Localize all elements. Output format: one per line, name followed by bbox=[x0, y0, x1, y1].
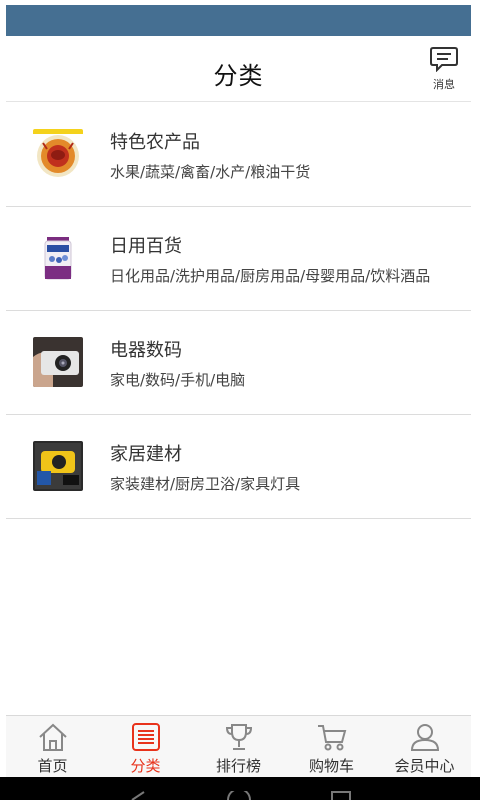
status-bar bbox=[6, 5, 471, 36]
category-item-home-building[interactable]: 家居建材 家装建材/厨房卫浴/家具灯具 bbox=[6, 415, 471, 519]
tab-label: 分类 bbox=[130, 757, 161, 775]
milk-powder-thumbnail bbox=[33, 233, 83, 283]
tab-label: 会员中心 bbox=[394, 757, 455, 775]
back-icon[interactable] bbox=[128, 791, 148, 800]
tab-cart[interactable]: 购物车 bbox=[285, 716, 378, 777]
category-title: 特色农产品 bbox=[110, 132, 200, 153]
action-camera-thumbnail bbox=[33, 337, 83, 387]
tab-label: 首页 bbox=[37, 757, 68, 775]
category-title: 电器数码 bbox=[110, 340, 182, 361]
page-title: 分类 bbox=[213, 62, 264, 90]
cart-icon bbox=[317, 725, 346, 751]
system-nav-bar bbox=[0, 777, 480, 800]
bottom-tab-bar: 首页 分类 排行榜 购物车 会员中心 bbox=[6, 715, 471, 777]
tab-category[interactable]: 分类 bbox=[99, 716, 192, 777]
home-icon bbox=[38, 723, 67, 751]
category-subtitle: 家电/数码/手机/电脑 bbox=[110, 371, 246, 389]
category-subtitle: 日化用品/洗护用品/厨房用品/母婴用品/饮料酒品 bbox=[110, 267, 431, 285]
category-subtitle: 水果/蔬菜/禽畜/水产/粮油干货 bbox=[110, 163, 311, 181]
category-item-electronics[interactable]: 电器数码 家电/数码/手机/电脑 bbox=[6, 311, 471, 415]
tab-member[interactable]: 会员中心 bbox=[378, 716, 471, 777]
messages-label: 消息 bbox=[433, 78, 455, 91]
category-subtitle: 家装建材/厨房卫浴/家具灯具 bbox=[110, 475, 301, 493]
category-list: 特色农产品 水果/蔬菜/禽畜/水产/粮油干货 日用百货 日化用品/洗护用品/厨房… bbox=[6, 103, 471, 519]
recent-apps-icon[interactable] bbox=[330, 791, 352, 800]
messages-button[interactable]: 消息 bbox=[427, 46, 461, 96]
tab-label: 排行榜 bbox=[215, 757, 261, 775]
category-title: 日用百货 bbox=[110, 236, 182, 257]
category-title: 家居建材 bbox=[110, 444, 182, 465]
message-icon bbox=[430, 47, 458, 72]
home-circle-icon[interactable] bbox=[226, 791, 252, 800]
tab-label: 购物车 bbox=[308, 757, 354, 775]
tab-home[interactable]: 首页 bbox=[6, 716, 99, 777]
power-tool-thumbnail bbox=[33, 441, 83, 491]
trophy-icon bbox=[225, 724, 252, 750]
tab-ranking[interactable]: 排行榜 bbox=[192, 716, 285, 777]
user-icon bbox=[410, 724, 439, 751]
category-item-agricultural[interactable]: 特色农产品 水果/蔬菜/禽畜/水产/粮油干货 bbox=[6, 103, 471, 207]
crab-dish-thumbnail bbox=[33, 129, 83, 179]
list-icon bbox=[131, 723, 160, 751]
header: 分类 消息 bbox=[6, 36, 471, 102]
category-item-daily-goods[interactable]: 日用百货 日化用品/洗护用品/厨房用品/母婴用品/饮料酒品 bbox=[6, 207, 471, 311]
